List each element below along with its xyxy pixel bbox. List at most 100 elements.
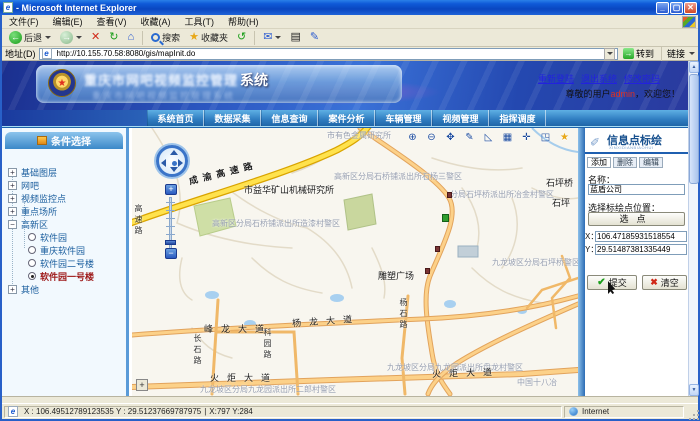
tab-delete[interactable]: 删除 — [613, 157, 637, 168]
pick-point-button[interactable]: 选点 — [588, 212, 685, 226]
stop-button[interactable]: ✕ — [88, 30, 103, 45]
history-button[interactable]: ↺ — [234, 30, 249, 45]
username: admin — [610, 89, 635, 99]
menu-tools[interactable]: 工具(T) — [178, 15, 222, 28]
menu-help[interactable]: 帮助(H) — [221, 15, 266, 28]
radio-checked-icon[interactable] — [28, 272, 36, 280]
resize-grip[interactable] — [693, 414, 695, 416]
zoom-handle[interactable] — [165, 240, 176, 245]
nav-lead-decoration — [2, 110, 147, 126]
tree-item-hightech-zone[interactable]: − 高新区 — [8, 218, 48, 230]
tree-item-video-points[interactable]: + 视频监控点 — [8, 192, 66, 204]
tab-case-analysis[interactable]: 案件分析 — [318, 110, 375, 126]
full-extent-icon[interactable]: ✛ — [519, 131, 534, 145]
map-pan-compass[interactable] — [156, 145, 188, 177]
minimize-button[interactable]: _ — [656, 2, 669, 14]
collapse-icon[interactable]: − — [8, 220, 17, 229]
overview-toggle-button[interactable]: + — [136, 379, 148, 391]
map-zoom-slider[interactable]: + − — [165, 184, 177, 262]
back-button[interactable]: ← 后退 — [6, 30, 54, 45]
radio-icon[interactable] — [28, 233, 36, 241]
map-poi-label: 市益华矿山机械研究所 — [244, 183, 334, 196]
expand-icon[interactable]: + — [8, 194, 17, 203]
expand-icon[interactable]: + — [8, 168, 17, 177]
tab-dispatch[interactable]: 指挥调度 — [489, 110, 546, 126]
menu-favorites[interactable]: 收藏(A) — [134, 15, 178, 28]
page-scrollbar[interactable]: ▲ ▼ — [688, 61, 698, 396]
tab-home[interactable]: 系统首页 — [147, 110, 204, 126]
change-password-link[interactable]: 修改密码 — [624, 72, 660, 85]
expand-icon[interactable]: + — [8, 285, 17, 294]
address-input[interactable] — [57, 49, 602, 59]
tab-data-collection[interactable]: 数据采集 — [204, 110, 261, 126]
home-button[interactable]: ⌂ — [124, 30, 137, 45]
clear-button[interactable]: ✖ 清空 — [642, 275, 687, 290]
relogin-link[interactable]: 重新登陆 — [538, 72, 574, 85]
mail-button[interactable]: ✉ — [260, 30, 284, 45]
pan-hand-icon[interactable]: ✥ — [443, 131, 458, 145]
title-bar[interactable]: e - Microsoft Internet Explorer _ ▢ ✕ — [0, 0, 700, 15]
pan-east-icon[interactable] — [178, 159, 183, 167]
pan-south-icon[interactable] — [170, 167, 178, 172]
menu-view[interactable]: 查看(V) — [90, 15, 134, 28]
x-input[interactable] — [595, 231, 687, 242]
links-label[interactable]: 链接 — [667, 47, 685, 60]
go-button[interactable]: → 转到 — [621, 47, 656, 60]
address-dropdown-button[interactable] — [604, 48, 615, 60]
favorite-icon[interactable]: ★ — [557, 131, 572, 145]
tree-item-internet-cafes[interactable]: + 网吧 — [8, 179, 39, 191]
expand-icon[interactable]: + — [8, 181, 17, 190]
tab-add[interactable]: 添加 — [587, 157, 611, 168]
print-button[interactable]: ▤ — [287, 30, 303, 45]
pan-center-icon[interactable] — [172, 161, 177, 166]
search-button[interactable]: 搜索 — [148, 30, 183, 45]
close-button[interactable]: ✕ — [684, 2, 697, 14]
edit-button[interactable]: ✎ — [307, 30, 322, 45]
tab-video-mgmt[interactable]: 视频管理 — [432, 110, 489, 126]
tab-vehicle-mgmt[interactable]: 车辆管理 — [375, 110, 432, 126]
name-input[interactable] — [588, 184, 685, 195]
tree-item-building-2[interactable]: 软件园二号楼 — [28, 257, 94, 269]
poi-marker[interactable] — [435, 246, 440, 252]
tree-item-key-places[interactable]: + 重点场所 — [8, 205, 57, 217]
logout-link[interactable]: 退出系统 — [581, 72, 617, 85]
tree-item-other[interactable]: + 其他 — [8, 283, 39, 295]
measure-area-icon[interactable]: ◺ — [481, 131, 496, 145]
favorites-button[interactable]: ★ 收藏夹 — [186, 30, 231, 45]
tree-item-cq-software-park[interactable]: 重庆软件园 — [28, 244, 85, 256]
pan-west-icon[interactable] — [161, 159, 166, 167]
pan-north-icon[interactable] — [170, 150, 178, 155]
scroll-thumb[interactable] — [689, 74, 699, 184]
menu-edit[interactable]: 编辑(E) — [46, 15, 90, 28]
map-canvas[interactable]: 市有色金属研究所 成渝高速路 市益华矿山机械研究所 高新区分局石桥铺派出所石杨三… — [132, 128, 578, 397]
tree-item-building-1[interactable]: 软件园一号楼 — [28, 270, 94, 282]
tab-info-query[interactable]: 信息查询 — [261, 110, 318, 126]
zoom-in-button[interactable]: + — [165, 184, 177, 195]
tree-label: 重庆软件园 — [40, 244, 85, 257]
maximize-button[interactable]: ▢ — [670, 2, 683, 14]
scroll-up-button[interactable]: ▲ — [689, 61, 699, 73]
poi-marker[interactable] — [425, 268, 430, 274]
windows-logo-icon — [682, 16, 696, 28]
tree-item-software-park[interactable]: 软件园 — [28, 231, 67, 243]
plotted-point-marker[interactable] — [442, 214, 449, 222]
zoom-in-icon[interactable]: ⊕ — [405, 131, 420, 145]
poi-marker[interactable] — [447, 192, 452, 198]
scroll-down-button[interactable]: ▼ — [689, 384, 699, 396]
radio-icon[interactable] — [28, 259, 36, 267]
zoom-out-button[interactable]: − — [165, 248, 177, 259]
radio-icon[interactable] — [28, 246, 36, 254]
overview-map-icon[interactable]: ▦ — [500, 131, 515, 145]
tree-item-base-layers[interactable]: + 基础图层 — [8, 166, 57, 178]
export-map-icon[interactable]: ◳ — [538, 131, 553, 145]
measure-distance-icon[interactable]: ✎ — [462, 131, 477, 145]
forward-button[interactable]: → — [57, 30, 85, 45]
menu-file[interactable]: 文件(F) — [2, 15, 46, 28]
expand-icon[interactable]: + — [8, 207, 17, 216]
tab-edit[interactable]: 编辑 — [639, 157, 663, 168]
refresh-button[interactable]: ↻ — [106, 30, 121, 45]
zoom-out-icon[interactable]: ⊖ — [424, 131, 439, 145]
map-poi-label: 石坪桥 — [546, 176, 573, 189]
y-input[interactable] — [595, 244, 687, 255]
map-panel-divider[interactable] — [578, 128, 585, 397]
